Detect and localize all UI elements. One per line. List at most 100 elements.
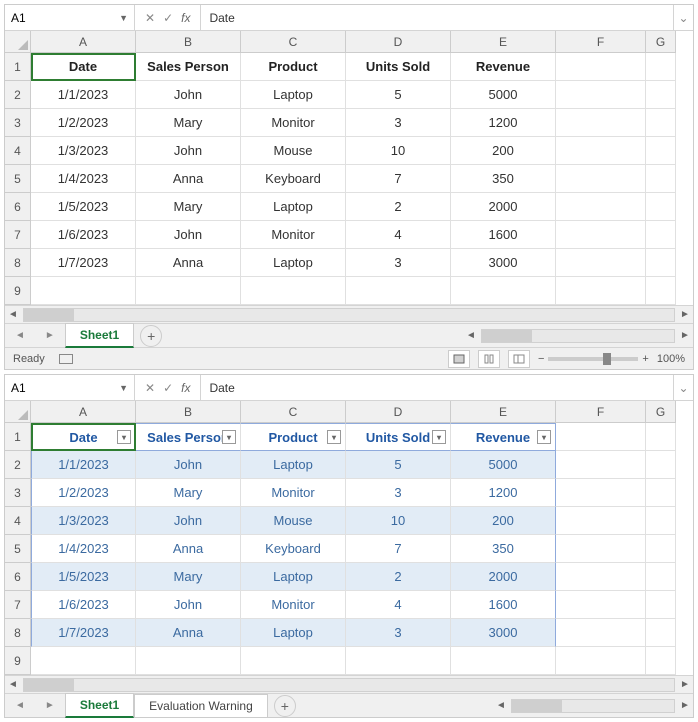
data-cell[interactable]: John [136,591,241,619]
empty-cell[interactable] [556,507,646,535]
zoom-in-icon[interactable]: + [642,353,648,365]
scroll-right-icon[interactable]: ► [677,677,693,693]
zoom-level[interactable]: 100% [657,353,685,365]
data-cell[interactable]: 3 [346,249,451,277]
data-cell[interactable]: 2 [346,193,451,221]
data-cell[interactable]: Mary [136,193,241,221]
row-header-2[interactable]: 2 [5,81,31,109]
empty-cell[interactable] [646,507,676,535]
empty-cell[interactable] [556,109,646,137]
chevron-down-icon[interactable]: ▼ [119,13,128,23]
empty-cell[interactable] [556,479,646,507]
scroll-track[interactable] [23,308,675,322]
data-cell[interactable]: John [136,451,241,479]
scroll-right-icon[interactable]: ► [677,698,693,714]
scroll-left-icon[interactable]: ◄ [493,698,509,714]
header-cell[interactable]: Sales Person [136,53,241,81]
data-cell[interactable]: John [136,221,241,249]
data-cell[interactable]: 5000 [451,81,556,109]
tab-nav-last-icon[interactable]: ► [35,330,65,341]
col-header-G[interactable]: G [646,401,676,423]
data-cell[interactable]: 10 [346,507,451,535]
data-cell[interactable]: 3 [346,109,451,137]
horizontal-scrollbar[interactable]: ◄ ► [5,305,693,323]
data-cell[interactable]: 3000 [451,249,556,277]
expand-formula-icon[interactable]: ⌄ [673,5,693,30]
data-cell[interactable]: 1/5/2023 [31,563,136,591]
data-cell[interactable]: 7 [346,165,451,193]
empty-cell[interactable] [646,535,676,563]
data-cell[interactable]: 1/1/2023 [31,81,136,109]
header-cell[interactable]: Units Sold [346,53,451,81]
name-box[interactable]: ▼ [5,375,135,400]
empty-cell[interactable] [451,647,556,675]
zoom-slider[interactable]: − + [538,353,649,365]
empty-cell[interactable] [646,479,676,507]
col-header-E[interactable]: E [451,31,556,53]
empty-cell[interactable] [346,277,451,305]
data-cell[interactable]: Laptop [241,619,346,647]
data-cell[interactable]: Mouse [241,507,346,535]
normal-view-button[interactable] [448,350,470,368]
empty-cell[interactable] [136,647,241,675]
empty-cell[interactable] [556,137,646,165]
empty-cell[interactable] [556,193,646,221]
fx-icon[interactable]: fx [181,381,190,395]
data-cell[interactable]: 5000 [451,451,556,479]
data-cell[interactable]: 7 [346,535,451,563]
data-cell[interactable]: 2 [346,563,451,591]
data-cell[interactable]: 5 [346,451,451,479]
empty-cell[interactable] [646,619,676,647]
empty-cell[interactable] [241,647,346,675]
data-cell[interactable]: 1600 [451,591,556,619]
header-cell[interactable]: Date [31,53,136,81]
col-header-E[interactable]: E [451,401,556,423]
data-cell[interactable]: 350 [451,535,556,563]
add-sheet-button[interactable]: + [140,325,162,347]
data-cell[interactable]: Anna [136,535,241,563]
cell-reference-input[interactable] [11,11,101,25]
data-cell[interactable]: 3 [346,619,451,647]
empty-cell[interactable] [556,249,646,277]
data-cell[interactable]: Keyboard [241,535,346,563]
cell-reference-input[interactable] [11,381,101,395]
data-cell[interactable]: 2000 [451,563,556,591]
filter-dropdown-icon[interactable]: ▾ [537,430,551,444]
header-cell[interactable]: Units Sold▾ [346,423,451,451]
sheet-tab-sheet1[interactable]: Sheet1 [65,323,134,348]
data-cell[interactable]: Mary [136,563,241,591]
data-cell[interactable]: Anna [136,165,241,193]
empty-cell[interactable] [241,277,346,305]
data-cell[interactable]: Laptop [241,563,346,591]
data-cell[interactable]: Monitor [241,591,346,619]
data-cell[interactable]: 1/6/2023 [31,221,136,249]
data-cell[interactable]: Laptop [241,81,346,109]
data-cell[interactable]: Anna [136,249,241,277]
col-header-C[interactable]: C [241,401,346,423]
col-header-B[interactable]: B [136,31,241,53]
scroll-track[interactable] [511,699,675,713]
zoom-out-icon[interactable]: − [538,353,544,365]
row-header-3[interactable]: 3 [5,109,31,137]
data-cell[interactable]: 3 [346,479,451,507]
page-break-view-button[interactable] [508,350,530,368]
empty-cell[interactable] [646,591,676,619]
row-header-8[interactable]: 8 [5,619,31,647]
empty-cell[interactable] [646,81,676,109]
page-layout-view-button[interactable] [478,350,500,368]
empty-cell[interactable] [646,277,676,305]
data-cell[interactable]: 3000 [451,619,556,647]
header-cell[interactable]: Product [241,53,346,81]
data-cell[interactable]: 1/7/2023 [31,249,136,277]
data-cell[interactable]: John [136,137,241,165]
row-header-9[interactable]: 9 [5,277,31,305]
data-cell[interactable]: 200 [451,507,556,535]
data-cell[interactable]: 1/2/2023 [31,479,136,507]
col-header-G[interactable]: G [646,31,676,53]
empty-cell[interactable] [646,249,676,277]
data-cell[interactable]: John [136,81,241,109]
expand-formula-icon[interactable]: ⌄ [673,375,693,400]
formula-input[interactable]: Date [201,11,673,25]
filter-dropdown-icon[interactable]: ▾ [327,430,341,444]
scroll-track[interactable] [481,329,675,343]
